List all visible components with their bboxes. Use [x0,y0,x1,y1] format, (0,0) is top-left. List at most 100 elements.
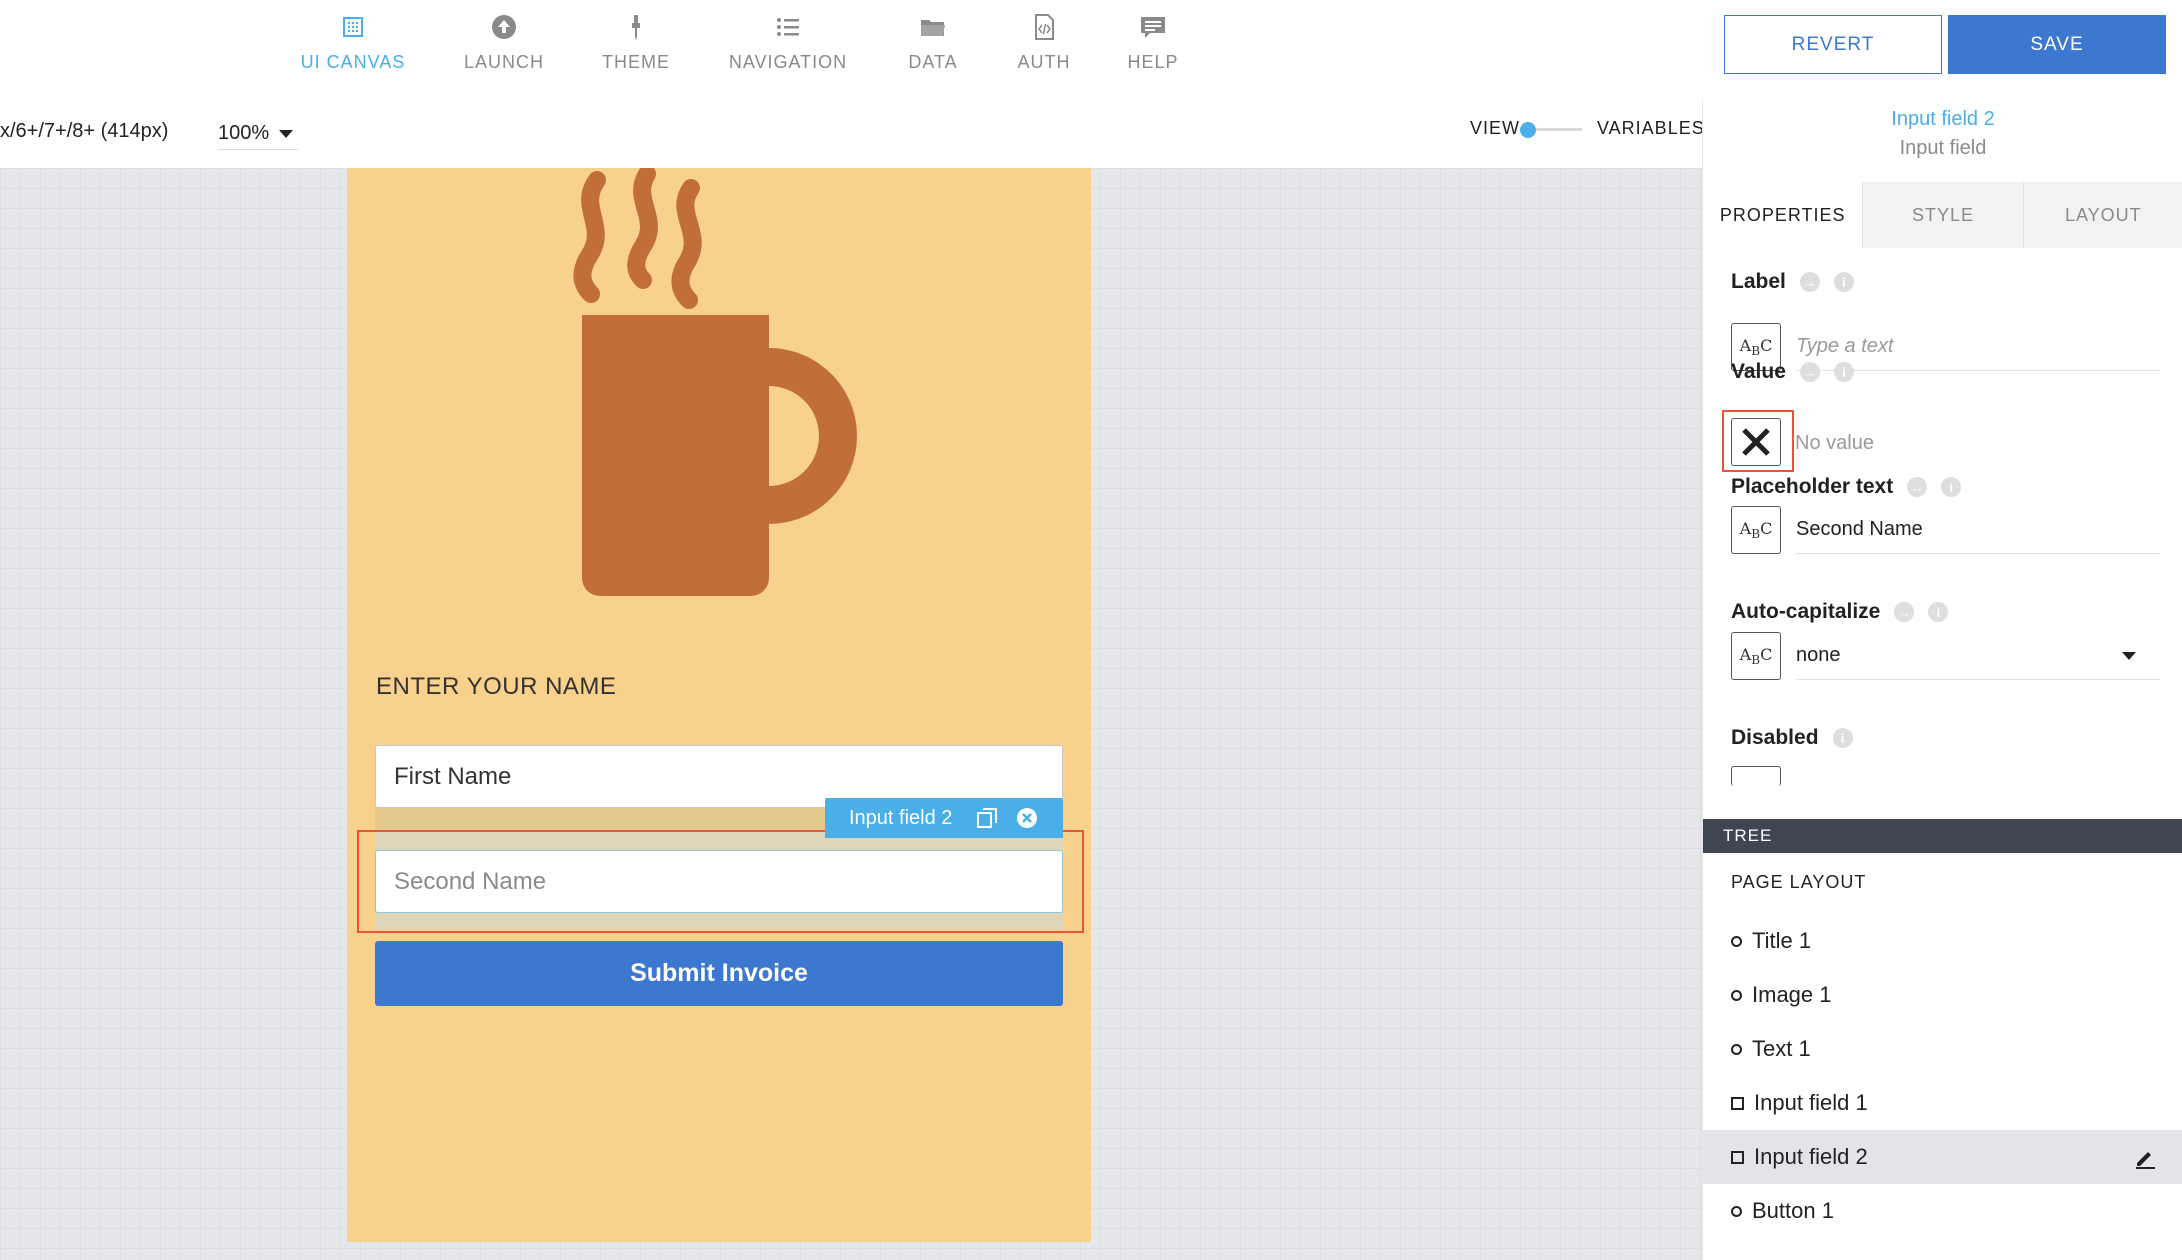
dot-icon [1731,935,1742,947]
tree-item-button-1[interactable]: Button 1 [1703,1184,2182,1238]
no-value-type-button[interactable] [1731,418,1781,466]
zoom-select[interactable]: 100% [218,118,298,150]
nav-label: AUTH [1017,52,1071,72]
disabled-property: Disabled i [1731,726,1853,750]
nav-label: UI CANVAS [300,52,406,72]
edit-pencil-icon[interactable] [2133,1146,2157,1170]
device-size-label[interactable]: x/6+/7+/8+ (414px) [0,120,168,143]
selection-outline [357,830,1084,933]
selected-component-name[interactable]: Input field 2 [1703,108,2182,131]
auto-capitalize-select[interactable]: none [1796,632,2160,680]
data-folder-icon [916,10,950,44]
abc-glyph: ABC [1739,644,1773,668]
selected-component-type: Input field [1899,137,1987,159]
nav-label: HELP [1127,52,1179,72]
property-title: Placeholder text [1731,475,1894,498]
dot-icon [1731,989,1742,1001]
name-heading: ENTER YOUR NAME [376,673,617,700]
toggle-knob[interactable] [1520,122,1536,138]
selected-component-header: Input field 2 Input field [1703,108,2182,160]
value-property: Value → i [1731,360,1854,384]
info-icon[interactable]: i [1833,362,1854,382]
nav-label: DATA [908,52,958,72]
dot-icon [1731,1205,1742,1217]
value-text: No value [1795,432,1874,454]
x-icon [1742,428,1770,456]
tree-item-input-field-1[interactable]: Input field 1 [1703,1076,2182,1130]
placeholder-text-property: Placeholder text → i [1731,475,1962,499]
square-icon [1731,1150,1744,1164]
link-icon[interactable]: → [1799,272,1820,292]
top-navigation: UI CANVAS LAUNCH THEME NAVIGATION DATA A… [0,0,1702,100]
phone-screen: ENTER YOUR NAME First Name Input field 2… [347,168,1091,1242]
nav-label: LAUNCH [463,52,544,72]
navigation-icon [771,10,805,44]
nav-theme[interactable]: THEME [561,10,711,73]
tab-properties[interactable]: PROPERTIES [1703,182,1864,248]
text-type-icon[interactable]: ABC [1731,632,1781,680]
nav-navigation[interactable]: NAVIGATION [713,10,863,73]
abc-glyph: ABC [1739,518,1773,542]
save-button[interactable]: SAVE [1948,15,2166,74]
link-icon[interactable]: → [1907,477,1928,497]
tree-header[interactable]: TREE [1703,819,2182,853]
tree-item-image-1[interactable]: Image 1 [1703,968,2182,1022]
tree-item-label: Image 1 [1752,982,1832,1007]
text-type-icon[interactable]: ABC [1731,506,1781,554]
toggle-track [1528,128,1582,131]
zoom-value: 100% [218,122,270,144]
caret-down-icon [2122,651,2136,660]
info-icon[interactable]: i [1832,728,1853,748]
placeholder-text-input[interactable]: Second Name [1796,506,2160,554]
nav-launch[interactable]: LAUNCH [429,10,579,73]
disabled-type-icon[interactable] [1731,766,1781,786]
tag-label: Input field 2 [849,806,953,829]
tab-layout[interactable]: LAYOUT [2024,182,2182,248]
submit-invoice-button[interactable]: Submit Invoice [375,941,1063,1006]
abc-glyph: ABC [1739,335,1773,359]
page-layout-title: PAGE LAYOUT [1731,872,1867,892]
close-circle-icon[interactable] [1016,807,1038,829]
info-icon[interactable]: i [1941,477,1962,497]
auth-file-icon [1027,10,1061,44]
selected-component-tag[interactable]: Input field 2 [825,798,1063,838]
ui-canvas-icon [336,10,370,44]
auto-capitalize-value: none [1796,644,1841,666]
tree-item-label: Button 1 [1752,1198,1834,1223]
nav-ui-canvas[interactable]: UI CANVAS [278,10,428,73]
tree-item-label: Input field 2 [1754,1144,1868,1169]
tree-item-text-1[interactable]: Text 1 [1703,1022,2182,1076]
launch-icon [487,10,521,44]
view-label: VIEW [1470,118,1521,138]
property-title: Value [1731,360,1786,383]
link-icon[interactable]: → [1894,602,1915,622]
tree-item-label: Title 1 [1752,928,1812,953]
nav-label: THEME [602,52,670,72]
tree-item-input-field-2[interactable]: Input field 2 [1703,1130,2182,1184]
nav-label: NAVIGATION [728,52,848,72]
label-property: Label → i [1731,270,1854,294]
tab-style[interactable]: STYLE [1863,182,2024,248]
copy-icon[interactable] [976,807,998,829]
auto-capitalize-property: Auto-capitalize → i [1731,600,1949,624]
theme-icon [619,10,653,44]
revert-button[interactable]: REVERT [1724,15,1942,74]
help-chat-icon [1136,10,1170,44]
square-icon [1731,1096,1744,1110]
property-title: Disabled [1731,726,1819,749]
link-icon[interactable]: → [1799,362,1820,382]
variables-label: VARIABLES [1597,118,1705,138]
view-variables-toggle[interactable] [1520,121,1584,139]
tree-item-label: Text 1 [1752,1036,1811,1061]
nav-help[interactable]: HELP [1078,10,1228,73]
dot-icon [1731,1043,1742,1055]
caret-down-icon [279,129,294,138]
info-icon[interactable]: i [1833,272,1854,292]
property-title: Label [1731,270,1786,293]
coffee-mug-image[interactable] [537,168,877,598]
tree-item-title-1[interactable]: Title 1 [1703,914,2182,968]
property-title: Auto-capitalize [1731,600,1881,623]
inspector-panel: Input field 2 Input field PROPERTIES STY… [1702,100,2182,1260]
info-icon[interactable]: i [1928,602,1949,622]
inspector-tabs: PROPERTIES STYLE LAYOUT [1703,182,2182,248]
